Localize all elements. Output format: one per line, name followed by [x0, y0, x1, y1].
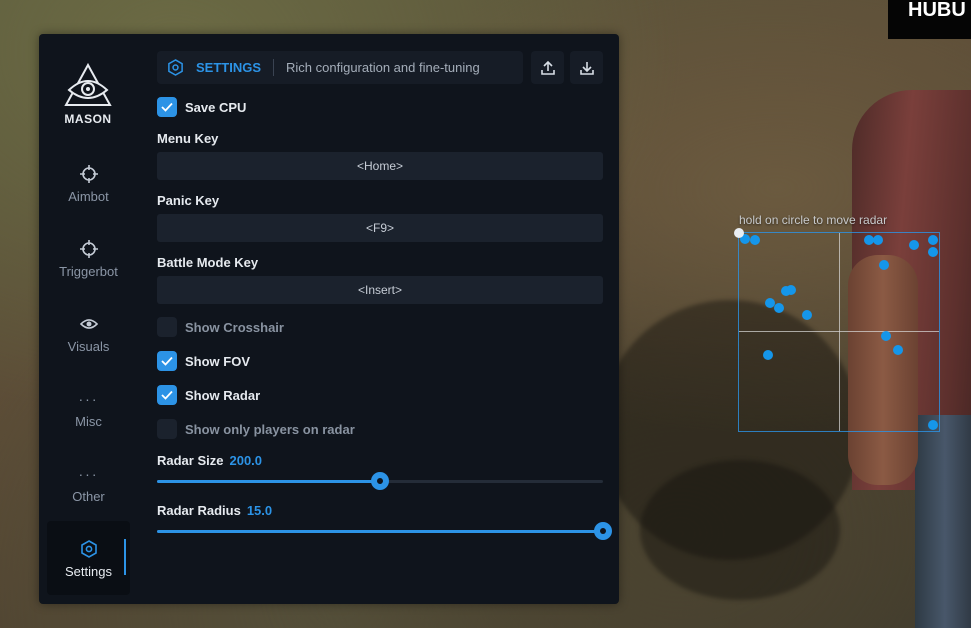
slider-value: 15.0: [246, 503, 273, 518]
radar-blip: [763, 350, 773, 360]
checkbox-checked[interactable]: [157, 385, 177, 405]
player-character-legs: [915, 415, 971, 628]
radar-blip: [873, 235, 883, 245]
sidebar: MASON Aimbot Triggerbot Visuals ··· Misc…: [39, 34, 137, 604]
checkmark-icon: [161, 102, 173, 112]
page-title: SETTINGS: [196, 60, 262, 75]
checkbox-label: Show Radar: [185, 387, 261, 403]
radar-crosshair-vertical: [839, 233, 840, 431]
checkbox-label: Show FOV: [185, 353, 250, 369]
radar-blip: [881, 331, 891, 341]
cheat-menu-panel: MASON Aimbot Triggerbot Visuals ··· Misc…: [39, 34, 619, 604]
radar-overlay[interactable]: [734, 228, 940, 432]
sidebar-item-label: Settings: [65, 564, 112, 579]
radar-blip: [909, 240, 919, 250]
sidebar-item-label: Other: [72, 489, 105, 504]
slider-fill: [157, 530, 603, 533]
header-title-box: SETTINGS Rich configuration and fine-tun…: [157, 51, 523, 84]
ground-shadow: [640, 460, 840, 600]
crosshair-icon: [47, 239, 130, 259]
menu-key-label: Menu Key: [157, 131, 219, 146]
eye-pyramid-icon: [64, 62, 112, 106]
radar-size-label: Radar Size 200.0: [157, 453, 262, 468]
brand-name: MASON: [64, 112, 112, 126]
checkbox-checked[interactable]: [157, 97, 177, 117]
sidebar-item-other[interactable]: ··· Other: [47, 454, 130, 526]
show-only-players-checkbox[interactable]: Show only players on radar: [157, 418, 355, 440]
slider-value: 200.0: [229, 453, 263, 468]
panic-key-button[interactable]: <F9>: [157, 214, 603, 242]
radar-blip: [928, 420, 938, 430]
checkmark-icon: [161, 390, 173, 400]
download-icon: [579, 61, 594, 75]
header-bar: SETTINGS Rich configuration and fine-tun…: [157, 51, 603, 84]
radar-blip: [781, 286, 791, 296]
show-crosshair-checkbox[interactable]: Show Crosshair: [157, 316, 284, 338]
checkbox-unchecked[interactable]: [157, 419, 177, 439]
dots-icon: ···: [78, 466, 99, 482]
slider-thumb[interactable]: [594, 522, 612, 540]
slider-fill: [157, 480, 380, 483]
upload-button[interactable]: [531, 51, 564, 84]
radar-radius-label: Radar Radius 15.0: [157, 503, 272, 518]
settings-content: SETTINGS Rich configuration and fine-tun…: [157, 34, 612, 604]
dots-icon: ···: [78, 391, 99, 407]
sidebar-item-misc[interactable]: ··· Misc: [47, 379, 130, 451]
slider-thumb[interactable]: [371, 472, 389, 490]
crosshair-icon: [47, 164, 130, 184]
sidebar-item-visuals[interactable]: Visuals: [47, 304, 130, 376]
radar-blip: [928, 247, 938, 257]
watermark: HUBU: [888, 0, 971, 39]
show-radar-checkbox[interactable]: Show Radar: [157, 384, 260, 406]
slider-label: Radar Size: [157, 453, 224, 468]
sidebar-item-label: Aimbot: [68, 189, 109, 204]
download-button[interactable]: [570, 51, 603, 84]
battle-mode-key-label: Battle Mode Key: [157, 255, 259, 270]
page-description: Rich configuration and fine-tuning: [286, 60, 480, 75]
show-fov-checkbox[interactable]: Show FOV: [157, 350, 250, 372]
gear-icon: [47, 539, 130, 559]
menu-key-button[interactable]: <Home>: [157, 152, 603, 180]
checkbox-unchecked[interactable]: [157, 317, 177, 337]
radar-radius-slider[interactable]: [157, 522, 612, 540]
radar-size-slider[interactable]: [157, 472, 603, 490]
sidebar-item-label: Visuals: [67, 339, 110, 354]
radar-blip: [750, 235, 760, 245]
panic-key-label: Panic Key: [157, 193, 220, 208]
radar-blip: [928, 235, 938, 245]
radar-blip: [893, 345, 903, 355]
divider: [273, 59, 275, 76]
upload-icon: [540, 60, 555, 75]
checkbox-label: Show only players on radar: [185, 421, 355, 437]
radar-hint: hold on circle to move radar: [739, 213, 888, 227]
sidebar-item-triggerbot[interactable]: Triggerbot: [47, 229, 130, 301]
checkbox-label: Show Crosshair: [185, 319, 284, 335]
battle-mode-key-button[interactable]: <Insert>: [157, 276, 603, 304]
checkmark-icon: [161, 356, 173, 366]
radar-blip: [879, 260, 889, 270]
slider-label: Radar Radius: [157, 503, 241, 518]
sidebar-item-label: Triggerbot: [59, 264, 118, 279]
eye-icon: [47, 314, 130, 334]
sidebar-item-label: Misc: [75, 414, 102, 429]
sidebar-item-settings[interactable]: Settings: [47, 521, 130, 595]
gear-icon: [167, 59, 184, 76]
sidebar-item-aimbot[interactable]: Aimbot: [47, 154, 130, 226]
radar-blip: [774, 303, 784, 313]
save-cpu-checkbox[interactable]: Save CPU: [157, 96, 246, 118]
radar-move-handle[interactable]: [734, 228, 744, 238]
checkbox-label: Save CPU: [185, 99, 247, 115]
radar-blip: [802, 310, 812, 320]
checkbox-checked[interactable]: [157, 351, 177, 371]
brand-logo: MASON: [39, 62, 137, 126]
